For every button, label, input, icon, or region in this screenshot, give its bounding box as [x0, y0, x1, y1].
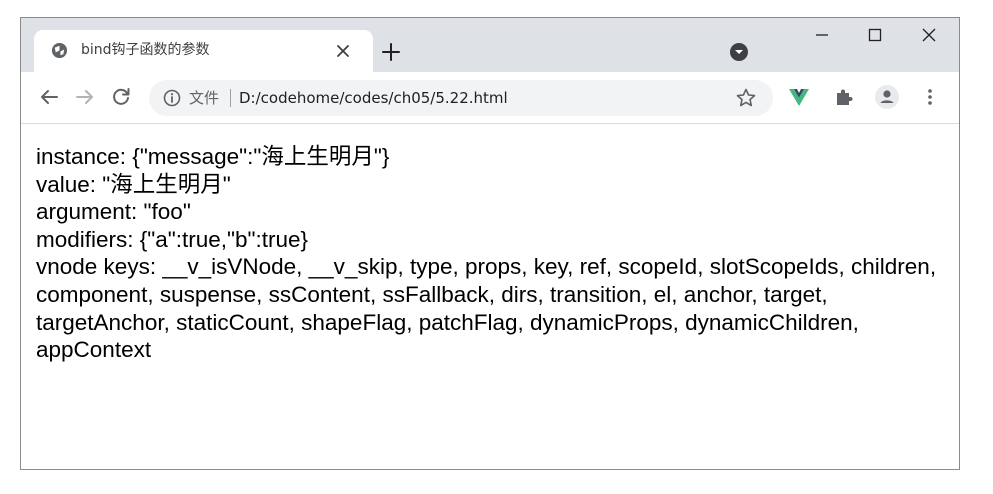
globe-icon: [51, 42, 68, 59]
vnode-keys-line: vnode keys: __v_isVNode, __v_skip, type,…: [36, 254, 937, 363]
reload-icon[interactable]: [109, 85, 133, 109]
new-tab-icon[interactable]: [380, 41, 402, 63]
toolbar: 文件 D:/codehome/codes/ch05/5.22.html: [21, 72, 959, 124]
back-arrow-icon[interactable]: [37, 85, 61, 109]
page-content: instance: {"message":"海上生明月"} value: "海上…: [36, 143, 951, 364]
more-menu-icon[interactable]: [919, 86, 941, 108]
url-text[interactable]: D:/codehome/codes/ch05/5.22.html: [239, 88, 508, 108]
tab-close-icon[interactable]: [332, 40, 354, 62]
file-scheme-label: 文件: [189, 89, 220, 107]
tab-active[interactable]: bind钩子函数的参数: [34, 30, 373, 72]
argument-line: argument: "foo": [36, 199, 191, 225]
window-close-icon[interactable]: [918, 24, 940, 46]
instance-line: instance: {"message":"海上生明月"}: [36, 144, 390, 169]
account-avatar-icon[interactable]: [874, 84, 900, 110]
value-line: value: "海上生明月": [36, 171, 231, 197]
tab-title: bind钩子函数的参数: [81, 42, 210, 58]
info-icon[interactable]: [163, 89, 181, 107]
extensions-puzzle-icon[interactable]: [833, 86, 855, 108]
forward-arrow-icon[interactable]: [73, 85, 97, 109]
tab-search-icon[interactable]: [729, 42, 749, 62]
bookmark-star-icon[interactable]: [735, 87, 757, 109]
tab-strip: bind钩子函数的参数: [21, 18, 959, 72]
address-bar[interactable]: 文件 D:/codehome/codes/ch05/5.22.html: [149, 80, 773, 116]
modifiers-line: modifiers: {"a":true,"b":true}: [36, 226, 309, 252]
vue-devtools-icon[interactable]: [788, 86, 810, 108]
address-separator: [230, 89, 231, 107]
minimize-icon[interactable]: [811, 24, 833, 46]
maximize-icon[interactable]: [864, 24, 886, 46]
browser-window: bind钩子函数的参数 文件 D:/codehome/codes/ch05/5.…: [20, 17, 960, 470]
